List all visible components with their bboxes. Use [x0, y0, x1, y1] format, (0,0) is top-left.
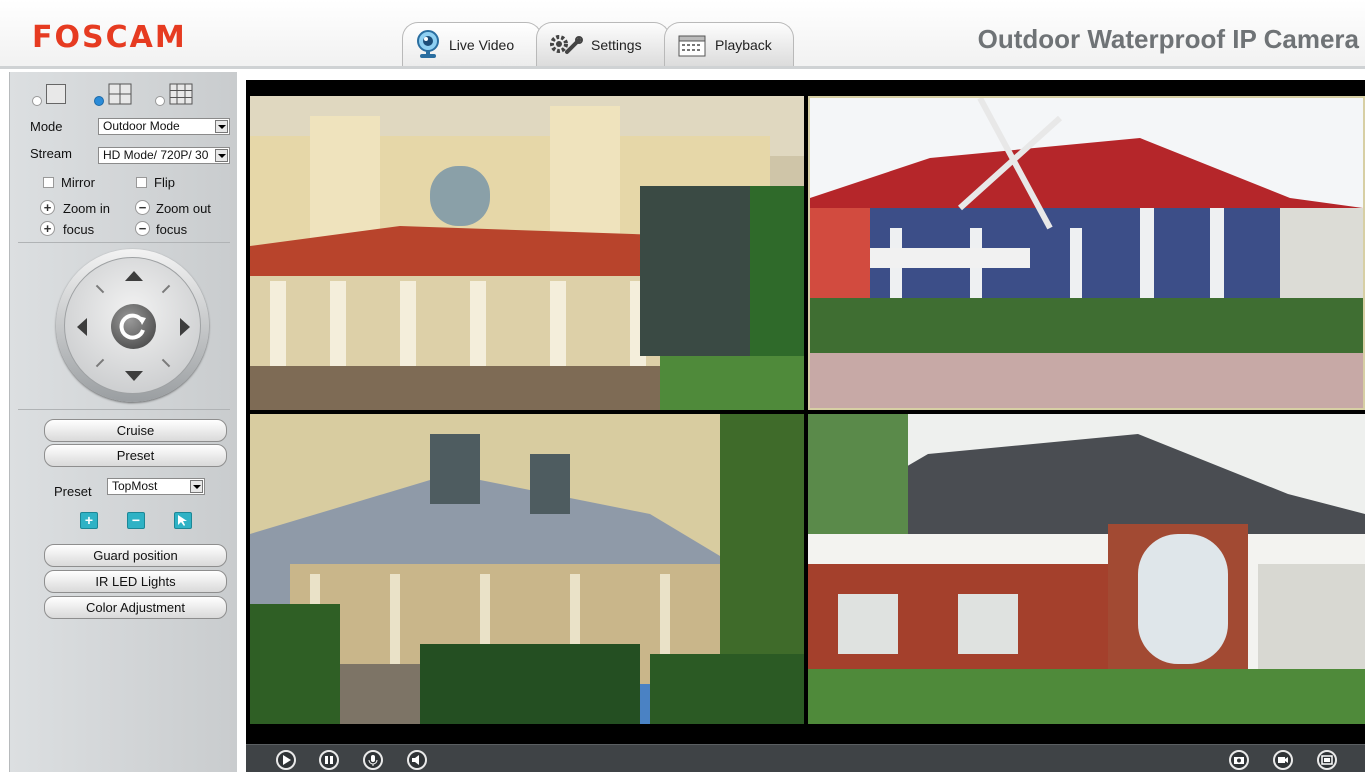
mode-label: Mode [30, 119, 63, 134]
arrow-down-left-icon[interactable] [95, 358, 105, 368]
layout-radio-nine[interactable] [155, 96, 165, 106]
video-channel-1[interactable] [250, 96, 804, 410]
sidebar-divider [18, 409, 230, 410]
tab-settings-label: Settings [591, 36, 642, 53]
delete-preset-button[interactable]: − [127, 512, 145, 529]
goto-preset-button[interactable] [174, 512, 192, 529]
zoom-out-icon[interactable]: − [135, 200, 150, 215]
gears-icon [549, 34, 583, 56]
focus-plus-label: focus [63, 222, 95, 237]
stop-button[interactable] [319, 750, 339, 770]
sidebar-divider [18, 242, 230, 243]
stream-select[interactable]: HD Mode/ 720P/ 30 [98, 147, 230, 164]
mirror-checkbox[interactable] [43, 177, 54, 188]
mode-select[interactable]: Outdoor Mode [98, 118, 230, 135]
video-channel-3[interactable] [250, 414, 804, 724]
stream-select-value: HD Mode/ 720P/ 30 [103, 148, 209, 162]
chevron-down-icon [190, 480, 203, 493]
tab-live-video-label: Live Video [449, 36, 515, 53]
house-image [810, 98, 1363, 408]
calendar-icon [677, 32, 707, 58]
camera-icon [1234, 757, 1244, 764]
preset-select[interactable]: TopMost [107, 478, 205, 495]
header: FOSCAM Live Video Settings Playback Outd… [0, 0, 1365, 69]
guard-position-button[interactable]: Guard position [44, 544, 227, 567]
arrow-up-right-icon[interactable] [161, 284, 171, 294]
mirror-label: Mirror [61, 175, 95, 190]
single-view-icon[interactable] [46, 84, 66, 104]
tab-playback-label: Playback [715, 36, 772, 53]
tab-live-video[interactable]: Live Video [402, 22, 542, 66]
video-channel-4[interactable] [808, 414, 1365, 724]
arrow-up-left-icon[interactable] [95, 284, 105, 294]
ir-led-lights-button[interactable]: IR LED Lights [44, 570, 227, 593]
arrow-right-icon[interactable] [180, 318, 190, 336]
chevron-down-icon [215, 149, 228, 162]
house-image [250, 414, 804, 724]
play-button[interactable] [276, 750, 296, 770]
foscam-logo: FOSCAM [32, 20, 187, 55]
header-divider [0, 66, 1365, 69]
cruise-button[interactable]: Cruise [44, 419, 227, 442]
fullscreen-icon [1321, 755, 1333, 765]
arrow-down-icon[interactable] [125, 371, 143, 381]
page-title: Outdoor Waterproof IP Camera [977, 24, 1359, 54]
layout-radio-single[interactable] [32, 96, 42, 106]
color-adjustment-button[interactable]: Color Adjustment [44, 596, 227, 619]
arrow-left-icon[interactable] [77, 318, 87, 336]
video-record-icon [1278, 757, 1288, 763]
flip-label: Flip [154, 175, 175, 190]
pause-icon [325, 756, 333, 764]
chevron-down-icon [215, 120, 228, 133]
video-toolbar [246, 744, 1365, 772]
sidebar: Mode Outdoor Mode Stream HD Mode/ 720P/ … [9, 72, 237, 772]
house-image [808, 414, 1365, 724]
preset-label: Preset [54, 484, 92, 499]
preset-button[interactable]: Preset [44, 444, 227, 467]
arrow-up-icon[interactable] [125, 271, 143, 281]
zoom-in-label: Zoom in [63, 201, 110, 216]
focus-minus-label: focus [156, 222, 188, 237]
stream-label: Stream [30, 146, 72, 161]
ptz-ring [64, 257, 201, 394]
ptz-control[interactable] [56, 249, 209, 402]
video-channel-2[interactable] [808, 96, 1365, 410]
focus-minus-icon[interactable]: − [135, 221, 150, 236]
audio-button[interactable] [407, 750, 427, 770]
play-icon [283, 755, 291, 765]
cursor-icon [178, 515, 187, 526]
tab-settings[interactable]: Settings [536, 22, 670, 66]
microphone-icon [368, 755, 378, 766]
refresh-icon [119, 313, 146, 340]
arrow-down-right-icon[interactable] [161, 358, 171, 368]
talk-button[interactable] [363, 750, 383, 770]
zoom-out-label: Zoom out [156, 201, 211, 216]
record-button[interactable] [1273, 750, 1293, 770]
preset-select-value: TopMost [112, 479, 158, 493]
ptz-reset-button[interactable] [111, 304, 156, 349]
house-image [250, 96, 804, 410]
four-view-icon[interactable] [108, 83, 132, 108]
flip-checkbox[interactable] [136, 177, 147, 188]
fullscreen-button[interactable] [1317, 750, 1337, 770]
add-preset-button[interactable]: + [80, 512, 98, 529]
webcam-icon [415, 29, 441, 60]
snapshot-button[interactable] [1229, 750, 1249, 770]
nine-view-icon[interactable] [169, 83, 193, 108]
layout-radio-four[interactable] [94, 96, 104, 106]
speaker-icon [412, 755, 419, 765]
tab-playback[interactable]: Playback [664, 22, 794, 66]
mode-select-value: Outdoor Mode [103, 119, 180, 133]
focus-plus-icon[interactable]: + [40, 221, 55, 236]
zoom-in-icon[interactable]: + [40, 200, 55, 215]
